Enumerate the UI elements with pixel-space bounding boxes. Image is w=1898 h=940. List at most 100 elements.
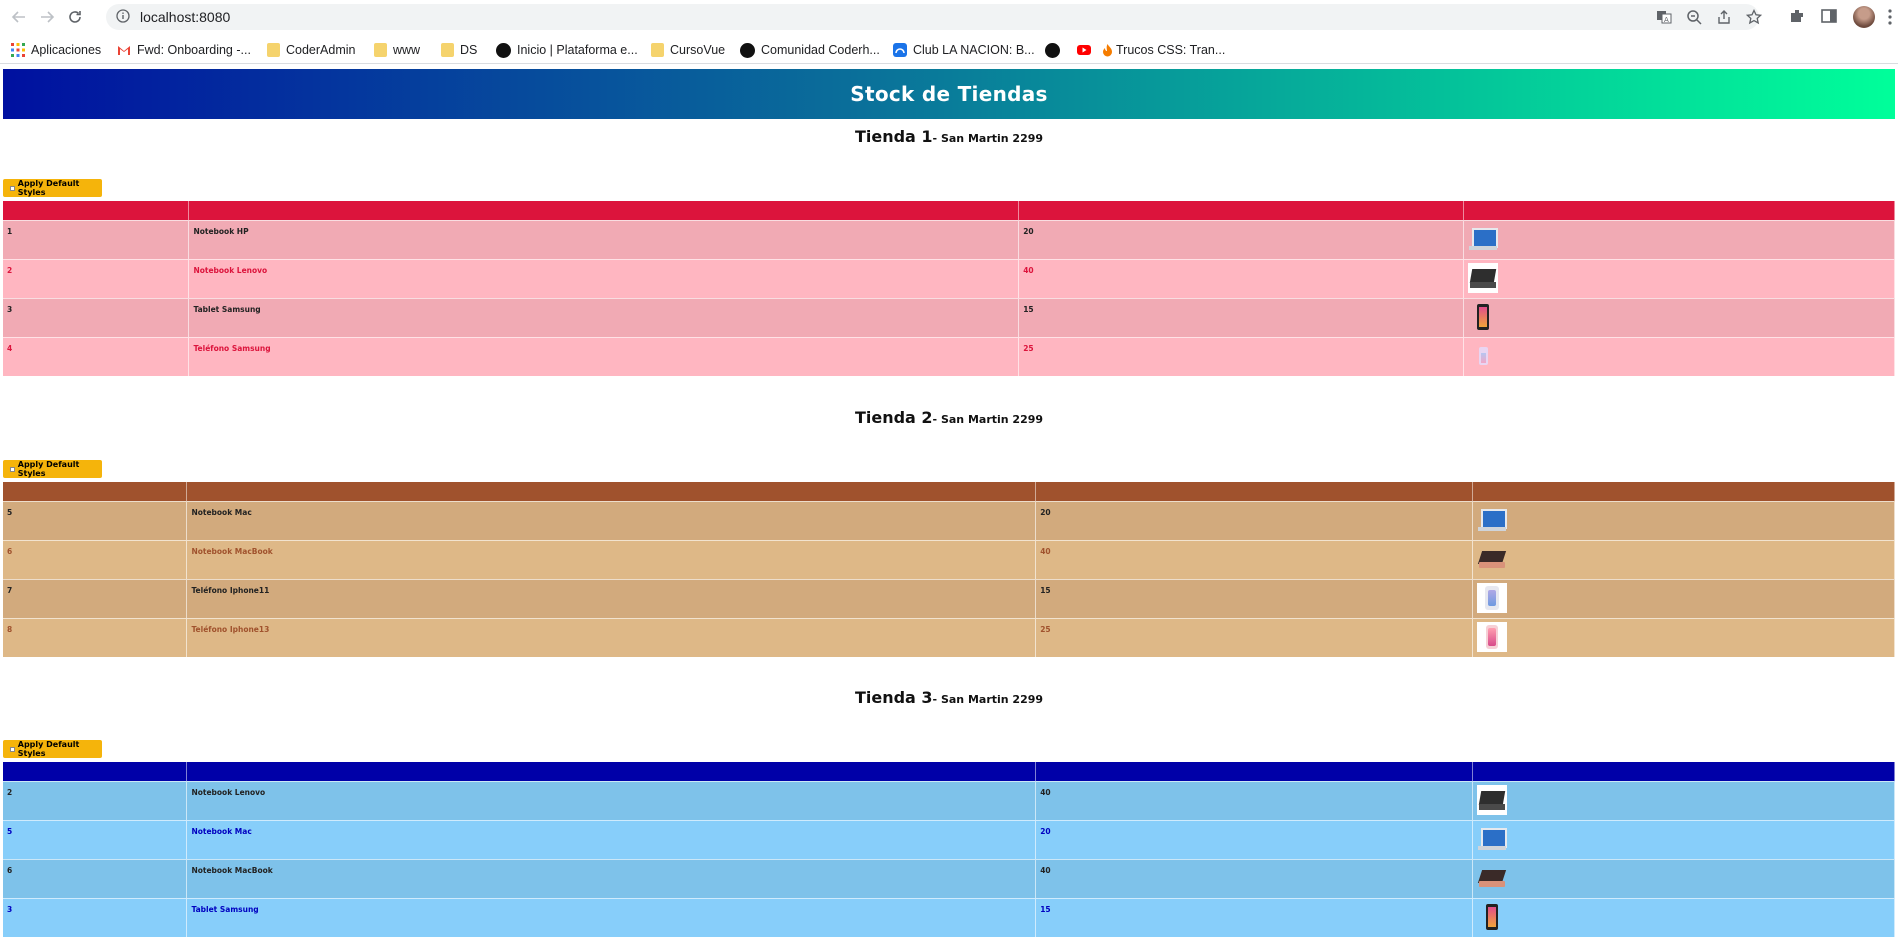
product-id-cell: 2	[3, 780, 188, 820]
checkbox-icon[interactable]	[10, 185, 15, 191]
stock-cell: 40	[1035, 780, 1474, 820]
bookmark-plataforma[interactable]: Inicio | Plataforma e...	[496, 41, 638, 59]
site-info-icon[interactable]	[116, 9, 130, 28]
bookmark-club-lanacion[interactable]: Club LA NACION: B...	[893, 41, 1035, 59]
back-button[interactable]	[8, 6, 30, 28]
apply-button-label: Apply Default Styles	[17, 460, 80, 478]
page-title: Stock de Tiendas	[850, 82, 1048, 106]
product-name-cell: Notebook HP	[188, 219, 1020, 259]
store-title: Tienda 2- San Martin 2299	[0, 408, 1898, 427]
product-name-cell: Teléfono Iphone13	[186, 617, 1037, 657]
table-row: 6 Notebook MacBook 40	[3, 858, 1895, 898]
table-header-row	[3, 201, 1895, 220]
bookmark-label: Aplicaciones	[31, 43, 102, 57]
store-title: Tienda 1- San Martin 2299	[0, 127, 1898, 146]
address-bar[interactable]: localhost:8080 A	[106, 4, 1763, 30]
store-name: Tienda 2	[854, 408, 933, 427]
bookmark-label: Comunidad Coderh...	[761, 43, 880, 57]
product-name-cell: Notebook MacBook	[186, 858, 1037, 898]
stock-cell: 25	[1035, 617, 1474, 657]
stock-cell: 20	[1035, 819, 1474, 859]
bookmark-label: Trucos CSS: Tran...	[1116, 43, 1226, 57]
table-header-row	[3, 762, 1895, 781]
stock-cell: 20	[1035, 500, 1474, 540]
bookmark-label: Inicio | Plataforma e...	[517, 43, 638, 57]
menu-kebab-icon[interactable]	[1888, 8, 1892, 26]
back-arrow-icon	[11, 11, 25, 23]
apply-default-styles-button[interactable]: Apply Default Styles	[3, 460, 102, 478]
bookmark-coderadmin[interactable]: CoderAdmin	[267, 41, 355, 59]
store-stock-table: 2 Notebook Lenovo 40 5 Notebook Mac 20 6 Notebo…	[3, 762, 1895, 937]
address-url[interactable]: localhost:8080	[140, 9, 230, 25]
bookmark-label: CursoVue	[670, 43, 726, 57]
forward-button[interactable]	[36, 6, 58, 28]
product-name-cell: Notebook MacBook	[186, 539, 1037, 579]
coder-icon	[496, 42, 511, 58]
table-row: 8 Teléfono Iphone13 25	[3, 617, 1895, 657]
bookmark-star-icon[interactable]	[1745, 8, 1764, 27]
product-thumbnail	[1468, 302, 1498, 332]
stock-cell: 25	[1018, 336, 1465, 376]
product-thumbnail	[1477, 824, 1508, 854]
apply-default-styles-button[interactable]: Apply Default Styles	[3, 740, 102, 758]
store-name: Tienda 1	[854, 127, 933, 146]
folder-icon	[267, 43, 280, 57]
checkbox-icon[interactable]	[10, 466, 15, 472]
stock-cell: 15	[1035, 897, 1474, 937]
bookmark-youtube[interactable]	[1077, 41, 1091, 59]
stock-cell: 40	[1035, 858, 1474, 898]
product-thumbnail	[1477, 863, 1507, 893]
product-name-cell: Teléfono Iphone11	[186, 578, 1037, 618]
extensions-icon[interactable]	[1788, 7, 1808, 27]
bookmark-apps[interactable]: Aplicaciones	[11, 41, 101, 59]
stock-cell: 40	[1018, 258, 1465, 298]
checkbox-icon[interactable]	[10, 746, 15, 752]
bookmark-comunidad[interactable]: Comunidad Coderh...	[740, 41, 880, 59]
apply-default-styles-button[interactable]: Apply Default Styles	[3, 179, 102, 197]
reload-button[interactable]	[64, 6, 86, 28]
folder-icon	[651, 43, 664, 57]
youtube-icon	[1077, 45, 1091, 55]
bookmark-trucos-css[interactable]: Trucos CSS: Tran...	[1102, 41, 1225, 59]
share-icon[interactable]	[1716, 9, 1734, 27]
zoom-icon[interactable]	[1686, 9, 1704, 27]
bookmark-www[interactable]: www	[374, 41, 420, 59]
bookmark-label: CoderAdmin	[286, 43, 356, 57]
bookmark-ds[interactable]: DS	[441, 41, 477, 59]
table-row: 2 Notebook Lenovo 40	[3, 780, 1895, 820]
product-thumbnail	[1468, 262, 1499, 293]
product-image-cell	[1463, 258, 1895, 298]
bookmark-coder[interactable]	[1045, 41, 1060, 59]
forward-arrow-icon	[41, 11, 55, 23]
table-row: 7 Teléfono Iphone11 15	[3, 578, 1895, 618]
product-id-cell: 2	[3, 258, 190, 298]
product-id-cell: 3	[3, 297, 190, 337]
page-content: Stock de Tiendas Tienda 1- San Martin 22…	[0, 65, 1898, 940]
bookmark-gmail[interactable]: Fwd: Onboarding -...	[117, 41, 251, 59]
bookmark-cursovue[interactable]: CursoVue	[651, 41, 725, 59]
product-thumbnail	[1477, 902, 1507, 932]
product-id-cell: 5	[3, 500, 188, 540]
stock-cell: 15	[1035, 578, 1474, 618]
stock-cell: 20	[1018, 219, 1465, 259]
product-name-cell: Notebook Mac	[186, 500, 1037, 540]
apps-grid-icon	[11, 43, 25, 57]
store-title: Tienda 3- San Martin 2299	[0, 688, 1898, 707]
table-row: 3 Tablet Samsung 15	[3, 297, 1895, 337]
store-address: - San Martin 2299	[932, 132, 1044, 145]
product-thumbnail	[1477, 784, 1508, 815]
product-id-cell: 4	[3, 336, 190, 376]
product-image-cell	[1472, 539, 1895, 579]
bookmark-label: DS	[460, 43, 478, 57]
folder-icon	[441, 43, 454, 57]
product-id-cell: 6	[3, 539, 188, 579]
apply-button-label: Apply Default Styles	[17, 179, 80, 197]
profile-avatar[interactable]	[1853, 6, 1875, 28]
product-id-cell: 6	[3, 858, 188, 898]
product-thumbnail	[1477, 544, 1507, 574]
table-row: 2 Notebook Lenovo 40	[3, 258, 1895, 298]
table-row: 5 Notebook Mac 20	[3, 500, 1895, 540]
side-panel-icon[interactable]	[1820, 7, 1840, 27]
translate-icon[interactable]: A	[1656, 9, 1674, 27]
product-id-cell: 7	[3, 578, 188, 618]
